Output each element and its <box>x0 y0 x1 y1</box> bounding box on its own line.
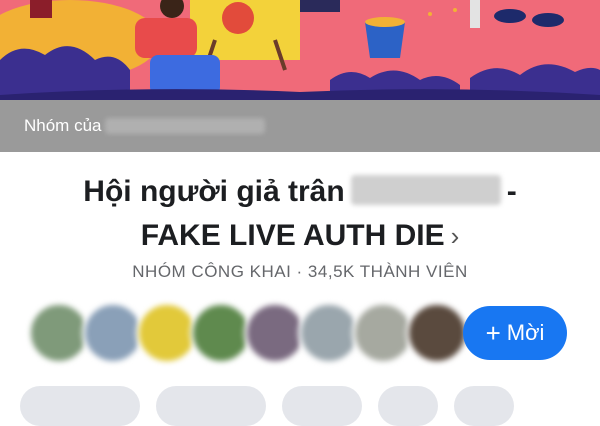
chevron-right-icon: › <box>450 221 460 251</box>
group-cover-photo[interactable] <box>0 0 600 100</box>
group-title-text-1: Hội người giả trân <box>83 175 345 208</box>
owner-prefix-label: Nhóm của <box>24 116 102 135</box>
invite-button[interactable]: + Mời <box>463 306 567 360</box>
avatar[interactable] <box>190 302 252 364</box>
tab-pill[interactable] <box>282 386 362 426</box>
avatar[interactable] <box>28 302 90 364</box>
invite-button-label: Mời <box>506 320 545 345</box>
tab-pill[interactable] <box>378 386 438 426</box>
avatar[interactable] <box>352 302 414 364</box>
owner-name-redacted <box>105 118 266 134</box>
group-title-line-1: Hội người giả trân - <box>0 170 600 214</box>
tab-pill[interactable] <box>156 386 266 426</box>
avatar[interactable] <box>406 302 468 364</box>
group-title[interactable]: Hội người giả trân - FAKE LIVE AUTH DIE › <box>0 170 600 258</box>
avatar[interactable] <box>298 302 360 364</box>
avatar[interactable] <box>244 302 306 364</box>
group-title-redacted <box>350 175 501 205</box>
member-avatars[interactable] <box>28 302 468 364</box>
group-title-line-2: FAKE LIVE AUTH DIE › <box>0 214 600 258</box>
avatar[interactable] <box>82 302 144 364</box>
tab-pill[interactable] <box>454 386 514 426</box>
avatar[interactable] <box>136 302 198 364</box>
cover-illustration <box>0 0 600 100</box>
plus-icon: + <box>485 317 501 348</box>
group-owner-bar[interactable]: Nhóm của <box>0 100 600 152</box>
group-title-separator: - <box>506 175 517 208</box>
group-title-text-2: FAKE LIVE AUTH DIE <box>140 219 445 252</box>
group-privacy-and-members[interactable]: NHÓM CÔNG KHAI · 34,5K THÀNH VIÊN <box>0 262 600 282</box>
group-tabs-row <box>20 386 514 426</box>
tab-pill[interactable] <box>20 386 140 426</box>
